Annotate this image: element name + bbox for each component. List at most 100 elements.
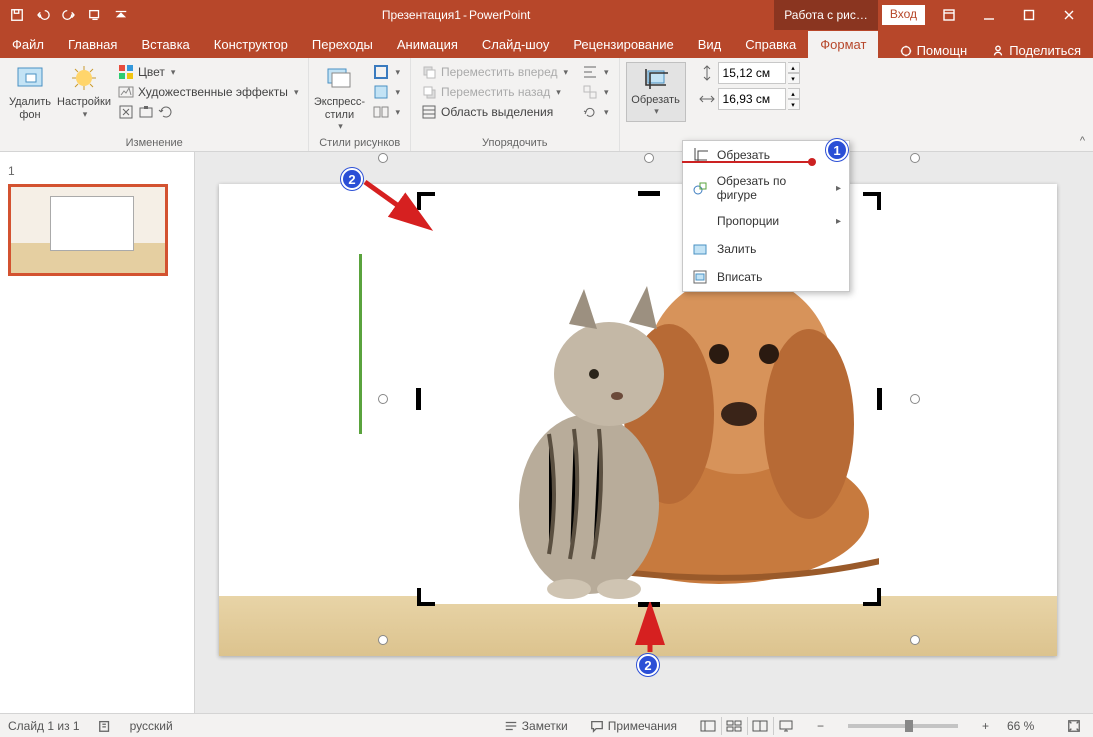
shape-width-field[interactable]: 16,93 см ▴▾ <box>698 88 800 110</box>
language-indicator[interactable]: русский <box>130 719 173 733</box>
tab-insert[interactable]: Вставка <box>129 31 201 58</box>
app-name: PowerPoint <box>469 8 530 22</box>
annotation-arrow <box>360 177 440 237</box>
group-label-arrange: Упорядочить <box>417 135 613 149</box>
bring-forward-button[interactable]: Переместить вперед▾ <box>417 62 572 82</box>
view-buttons <box>695 717 799 735</box>
start-from-beginning-button[interactable] <box>84 4 106 26</box>
change-picture-button[interactable] <box>138 104 154 120</box>
crop-handle-left[interactable] <box>416 388 421 410</box>
corrections-button[interactable]: Настройки▾ <box>60 62 108 119</box>
slide-thumbnail-1[interactable] <box>8 184 168 276</box>
crop-menu-crop[interactable]: Обрезать <box>683 141 849 169</box>
notes-button[interactable]: Заметки <box>500 719 572 733</box>
ribbon-tabs: Файл Главная Вставка Конструктор Переход… <box>0 30 1093 58</box>
ribbon-display-options-button[interactable] <box>929 0 969 30</box>
width-up[interactable]: ▴ <box>788 88 800 99</box>
tab-animations[interactable]: Анимация <box>385 31 470 58</box>
crop-menu-aspect[interactable]: Пропорции▸ <box>683 207 849 235</box>
tab-help[interactable]: Справка <box>733 31 808 58</box>
zoom-in-button[interactable]: + <box>978 719 993 733</box>
selection-handle[interactable] <box>378 635 388 645</box>
spell-check-button[interactable] <box>94 719 116 733</box>
send-backward-button[interactable]: Переместить назад▾ <box>417 82 572 102</box>
collapse-ribbon-button[interactable]: ^ <box>1080 135 1085 147</box>
height-icon <box>698 64 716 82</box>
reset-picture-button[interactable] <box>158 104 174 120</box>
crop-handle-bl[interactable] <box>417 588 421 606</box>
zoom-level[interactable]: 66 % <box>1007 719 1049 733</box>
quick-styles-button[interactable]: Экспресс-стили▾ <box>315 62 363 132</box>
selection-handle[interactable] <box>378 394 388 404</box>
crop-handle-tr[interactable] <box>877 192 881 210</box>
crop-handle-br[interactable] <box>877 588 881 606</box>
ribbon-group-arrange: Переместить вперед▾ Переместить назад▾ О… <box>411 58 620 151</box>
undo-button[interactable] <box>32 4 54 26</box>
reading-view-button[interactable] <box>747 717 773 735</box>
tab-review[interactable]: Рецензирование <box>561 31 685 58</box>
selection-pane-button[interactable]: Область выделения <box>417 102 572 122</box>
crop-menu-fill[interactable]: Залить <box>683 235 849 263</box>
zoom-slider[interactable] <box>848 724 958 728</box>
minimize-button[interactable] <box>969 0 1009 30</box>
artistic-effects-icon <box>118 84 134 100</box>
slide-canvas-area[interactable]: 2 2 <box>195 152 1093 713</box>
rotate-button[interactable]: ▾ <box>578 102 613 122</box>
color-button[interactable]: Цвет▾ <box>114 62 302 82</box>
height-down[interactable]: ▾ <box>788 73 800 84</box>
comments-button[interactable]: Примечания <box>586 719 681 733</box>
compress-pictures-button[interactable] <box>118 104 134 120</box>
remove-background-button[interactable]: Удалить фон <box>6 62 54 121</box>
tab-design[interactable]: Конструктор <box>202 31 300 58</box>
crop-handle-right[interactable] <box>877 388 882 410</box>
align-icon <box>582 64 598 80</box>
align-button[interactable]: ▾ <box>578 62 613 82</box>
tell-me-button[interactable]: Помощн <box>887 43 980 58</box>
artistic-effects-button[interactable]: Художественные эффекты▾ <box>114 82 302 102</box>
slide-sorter-view-button[interactable] <box>721 717 747 735</box>
crop-menu-fit[interactable]: Вписать <box>683 263 849 291</box>
quick-styles-icon <box>323 62 355 94</box>
qat-customize-button[interactable] <box>110 4 132 26</box>
crop-to-shape-icon <box>691 179 709 197</box>
selection-pane-icon <box>421 104 437 120</box>
save-button[interactable] <box>6 4 28 26</box>
normal-view-button[interactable] <box>695 717 721 735</box>
share-button[interactable]: Поделиться <box>979 43 1093 58</box>
selection-handle[interactable] <box>910 635 920 645</box>
shape-height-field[interactable]: 15,12 см ▴▾ <box>698 62 800 84</box>
crop-handle-top[interactable] <box>638 191 660 196</box>
tab-home[interactable]: Главная <box>56 31 129 58</box>
selection-handle[interactable] <box>378 153 388 163</box>
zoom-out-button[interactable]: − <box>813 719 828 733</box>
height-up[interactable]: ▴ <box>788 62 800 73</box>
tab-slideshow[interactable]: Слайд-шоу <box>470 31 561 58</box>
group-objects-button[interactable]: ▾ <box>578 82 613 102</box>
selection-handle[interactable] <box>644 153 654 163</box>
selection-handle[interactable] <box>910 153 920 163</box>
fit-icon <box>691 268 709 286</box>
sign-in-button[interactable]: Вход <box>882 5 925 25</box>
tab-file[interactable]: Файл <box>0 31 56 58</box>
tab-transitions[interactable]: Переходы <box>300 31 385 58</box>
crop-menu-shape[interactable]: Обрезать по фигуре▸ <box>683 169 849 207</box>
close-button[interactable] <box>1049 0 1089 30</box>
width-icon <box>698 90 716 108</box>
maximize-button[interactable] <box>1009 0 1049 30</box>
width-down[interactable]: ▾ <box>788 99 800 110</box>
selection-handle[interactable] <box>910 394 920 404</box>
slide-green-line <box>359 254 362 434</box>
picture-layout-button[interactable]: ▾ <box>369 102 404 122</box>
picture-effects-button[interactable]: ▾ <box>369 82 404 102</box>
tab-format[interactable]: Формат <box>808 31 878 58</box>
picture-layout-icon <box>373 104 389 120</box>
bring-forward-icon <box>421 64 437 80</box>
crop-button[interactable]: Обрезать ▾ <box>626 62 686 122</box>
slideshow-view-button[interactable] <box>773 717 799 735</box>
redo-button[interactable] <box>58 4 80 26</box>
picture-border-button[interactable]: ▾ <box>369 62 404 82</box>
fill-icon <box>691 240 709 258</box>
tab-view[interactable]: Вид <box>686 31 734 58</box>
fit-to-window-button[interactable] <box>1063 719 1085 733</box>
zoom-slider-thumb[interactable] <box>905 720 913 732</box>
